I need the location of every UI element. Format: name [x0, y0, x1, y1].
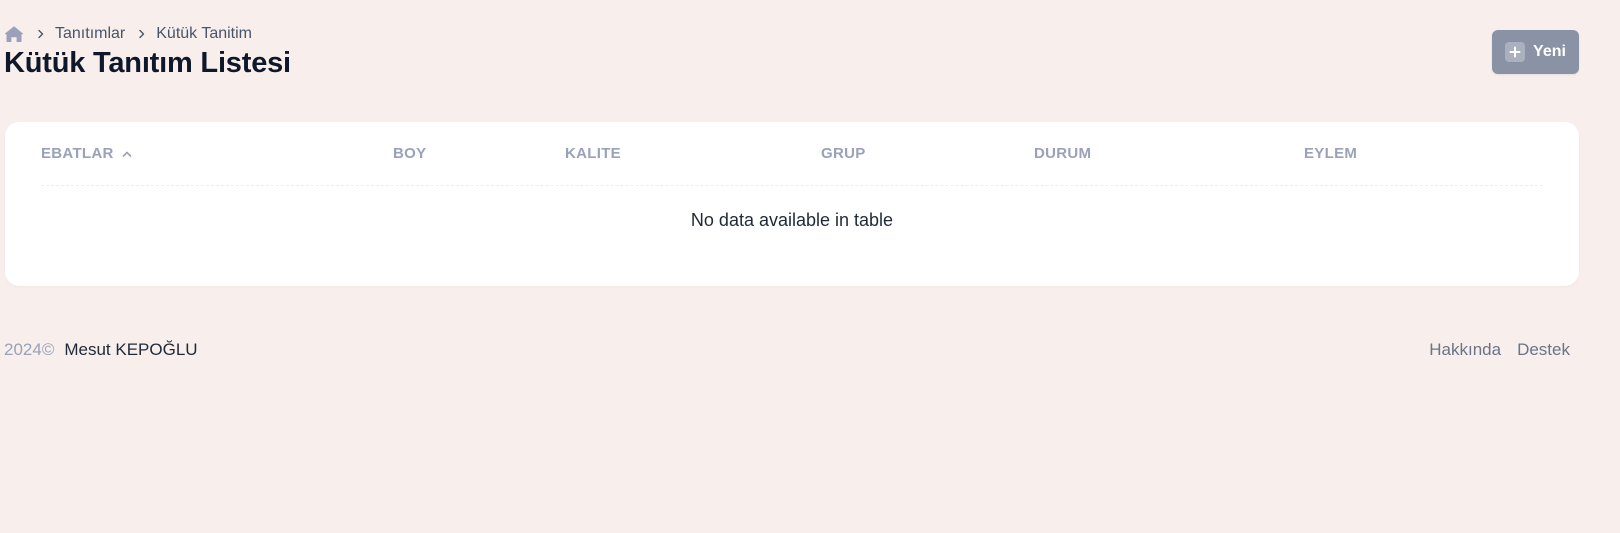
footer-links: Hakkında Destek: [1413, 340, 1570, 360]
footer-copyright: 2024© Mesut KEPOĞLU: [4, 340, 198, 360]
chevron-right-icon: [134, 26, 150, 42]
sort-ascending-icon: [122, 150, 132, 158]
new-button-label: Yeni: [1533, 43, 1566, 60]
column-header-grup[interactable]: GRUP: [821, 145, 866, 162]
page-title: Kütük Tanıtım Listesi: [4, 47, 291, 79]
empty-table-message: No data available in table: [690, 210, 894, 230]
column-header-ebatlar[interactable]: EBATLAR: [41, 145, 132, 162]
breadcrumb: Tanıtımlar Kütük Tanitim: [4, 24, 252, 44]
footer-year: 2024©: [4, 340, 55, 359]
footer-link-hakkinda[interactable]: Hakkında: [1429, 340, 1501, 360]
column-header-boy[interactable]: BOY: [393, 145, 426, 162]
footer-link-destek[interactable]: Destek: [1517, 340, 1570, 360]
column-header-durum[interactable]: DURUM: [1034, 145, 1091, 162]
column-header-label: EBATLAR: [41, 145, 114, 162]
plus-icon: [1505, 42, 1526, 62]
chevron-right-icon: [33, 26, 49, 42]
new-button[interactable]: Yeni: [1492, 30, 1579, 74]
column-header-kalite[interactable]: KALITE: [565, 145, 621, 162]
breadcrumb-item-kutuk-tanitim: Kütük Tanitim: [156, 25, 252, 42]
table-header: EBATLAR BOY KALITE GRUP DURUM EYLEM: [41, 122, 1543, 186]
breadcrumb-item-tanitimlar[interactable]: Tanıtımlar: [55, 25, 125, 43]
home-icon[interactable]: [4, 24, 24, 44]
footer-author: Mesut KEPOĞLU: [64, 340, 198, 359]
table-card: EBATLAR BOY KALITE GRUP DURUM EYLEM No d…: [5, 122, 1579, 286]
column-header-eylem[interactable]: EYLEM: [1304, 145, 1357, 162]
